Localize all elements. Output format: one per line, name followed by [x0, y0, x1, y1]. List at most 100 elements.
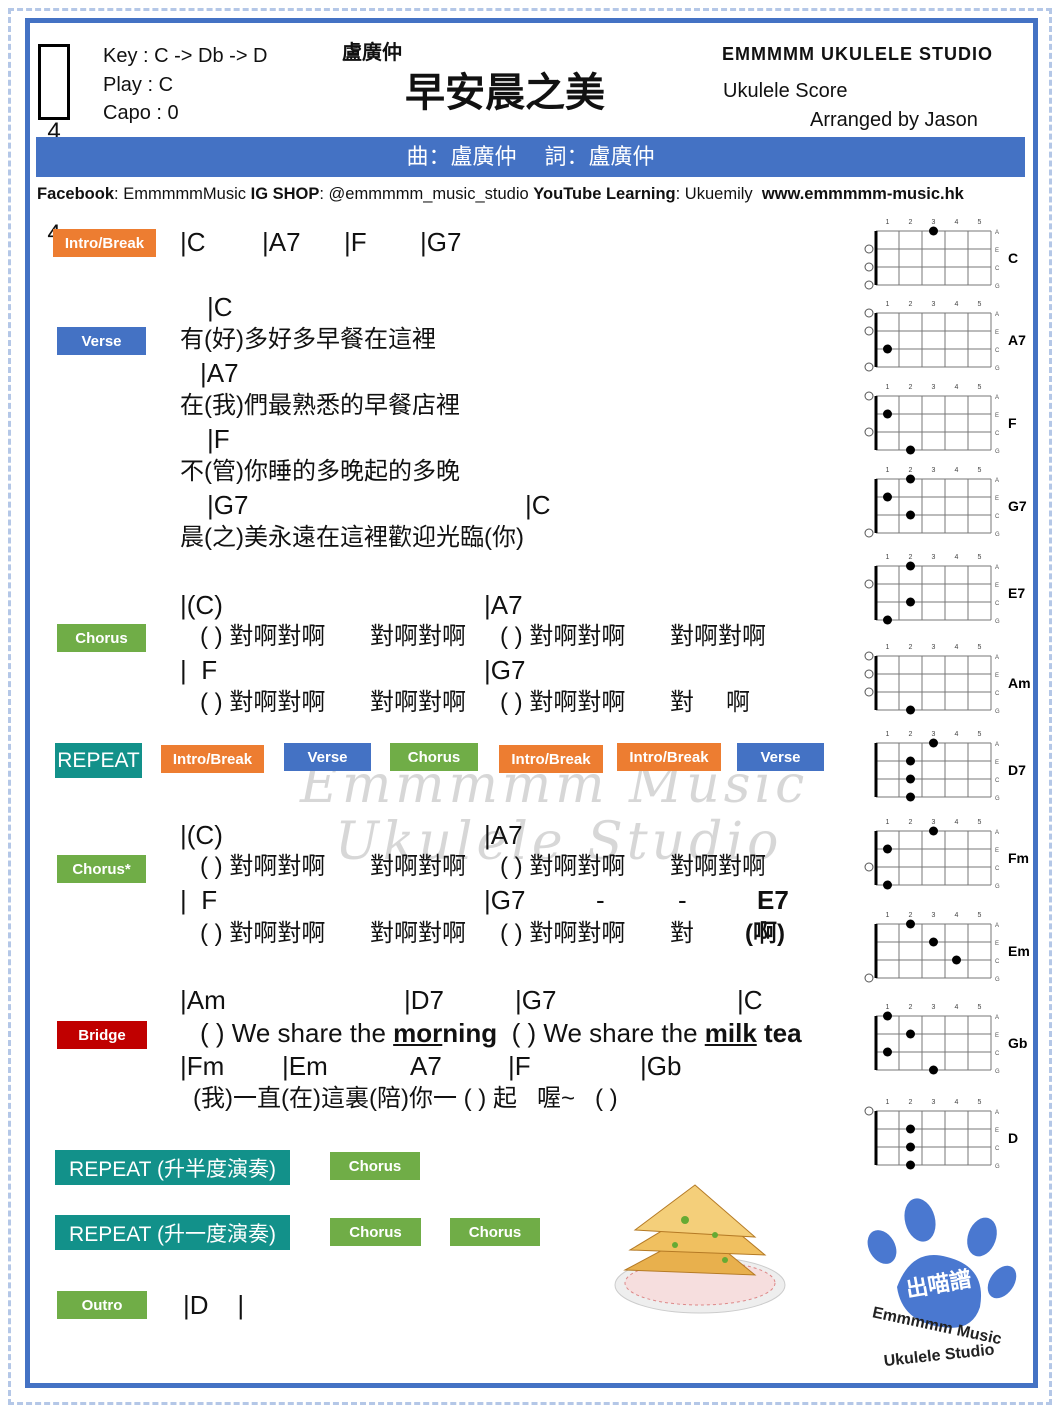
lyric: ning: [442, 1018, 498, 1048]
facebook-handle[interactable]: : EmmmmmMusic: [114, 185, 251, 203]
chord: |(C): [180, 820, 223, 850]
string-name: E: [995, 848, 999, 854]
play-info: Play : C: [103, 74, 174, 96]
youtube-handle[interactable]: : Ukuemily: [676, 185, 762, 203]
fret-number: 2: [909, 467, 913, 474]
fret-number: 5: [978, 644, 982, 651]
open-string-icon: [864, 973, 874, 983]
finger-dot: [929, 826, 938, 836]
fret-number: 4: [955, 1004, 959, 1011]
string-name: E: [995, 1128, 999, 1134]
finger-dot: [906, 792, 915, 802]
string-name: G: [995, 284, 1000, 290]
chord: |F: [508, 1051, 531, 1081]
fret-number: 4: [955, 467, 959, 474]
ig-handle[interactable]: : @emmmmm_music_studio: [319, 185, 533, 203]
string-name: C: [995, 1146, 1000, 1152]
finger-dot: [906, 597, 915, 607]
chord: |C: [525, 490, 551, 520]
fret-number: 5: [978, 912, 982, 919]
fret-number: 3: [932, 467, 936, 474]
chord: E7: [757, 885, 789, 915]
fret-number: 1: [886, 554, 890, 561]
lyric: 對啊對啊: [370, 853, 466, 880]
fret-number: 2: [909, 554, 913, 561]
string-name: C: [995, 691, 1000, 697]
chord-name: E7: [1008, 585, 1025, 601]
chord: |G7: [484, 885, 526, 915]
string-name: G: [995, 1069, 1000, 1075]
fret-number: 5: [978, 301, 982, 308]
fret-number: 3: [932, 731, 936, 738]
finger-dot: [883, 1011, 892, 1021]
string-name: C: [995, 866, 1000, 872]
chord-name: Am: [1008, 675, 1030, 691]
fret-number: 4: [955, 384, 959, 391]
chord: |G7: [515, 985, 557, 1015]
tag-bridge: Bridge: [57, 1021, 147, 1049]
fret-number: 5: [978, 1004, 982, 1011]
lyric: ( ) We share the: [497, 1018, 705, 1048]
chord: |A7: [484, 590, 523, 620]
finger-dot: [906, 1029, 915, 1039]
key-info: Key : C -> Db -> D: [103, 45, 268, 67]
fret-number: 5: [978, 819, 982, 826]
tag-chorus: Chorus: [57, 624, 146, 652]
lyric: ( ) 對啊對啊: [200, 920, 326, 947]
lyric: 啊: [726, 689, 750, 716]
chord: |C: [737, 985, 763, 1015]
open-string-icon: [864, 262, 874, 272]
chord-name: D7: [1008, 762, 1026, 778]
fret-number: 1: [886, 1004, 890, 1011]
chord-diagram-D: 1 2 3 4 5 A E C G D: [864, 1099, 1018, 1170]
fret-number: 5: [978, 554, 982, 561]
finger-dot: [883, 880, 892, 890]
open-string-icon: [864, 1106, 874, 1116]
chord-name: Fm: [1008, 850, 1029, 866]
lyric-line: 有(好)多好多早餐在這裡: [180, 326, 436, 353]
chord-name: D: [1008, 1130, 1018, 1146]
string-name: G: [995, 619, 1000, 625]
chord: |A7: [200, 358, 239, 388]
chord: |C: [207, 292, 233, 322]
chord: |Am: [180, 985, 226, 1015]
fret-number: 4: [955, 644, 959, 651]
fret-number: 5: [978, 731, 982, 738]
chord-diagram-E7: 1 2 3 4 5 A E C G E7: [864, 554, 1025, 625]
fret-number: 1: [886, 644, 890, 651]
fret-number: 2: [909, 1004, 913, 1011]
chord-name: C: [1008, 250, 1018, 266]
lyric: 對: [670, 689, 694, 716]
fret-number: 1: [886, 819, 890, 826]
fret-number: 2: [909, 731, 913, 738]
website-link[interactable]: www.emmmmm-music.hk: [762, 185, 964, 203]
repeat-seq-item: Intro/Break: [161, 745, 264, 773]
chord-diagram-Em: 1 2 3 4 5 A E C G Em: [864, 912, 1030, 983]
string-name: A: [995, 312, 999, 318]
string-name: G: [995, 532, 1000, 538]
fret-number: 4: [955, 301, 959, 308]
paw-logo: 出喵譜 Emmmmm Music Ukulele Studio: [867, 1198, 1017, 1370]
ig-label: IG SHOP: [250, 185, 320, 203]
finger-dot: [929, 738, 938, 748]
fret-number: 2: [909, 819, 913, 826]
open-string-icon: [864, 308, 874, 318]
string-name: E: [995, 760, 999, 766]
repeat-seq-item: Intro/Break: [499, 745, 603, 773]
fret-number: 1: [886, 219, 890, 226]
chord-diagram-A7: 1 2 3 4 5 A E C G A7: [864, 301, 1026, 372]
fret-number: 2: [909, 644, 913, 651]
string-name: C: [995, 266, 1000, 272]
lyric: 對啊對啊: [370, 920, 466, 947]
facebook-label: Facebook: [37, 185, 115, 203]
fret-number: 2: [909, 384, 913, 391]
string-name: A: [995, 830, 999, 836]
chord: |D7: [404, 985, 444, 1015]
fret-number: 2: [909, 219, 913, 226]
chord-diagram-Am: 1 2 3 4 5 A E C G Am: [864, 644, 1030, 715]
lyric: 對啊對啊: [670, 853, 766, 880]
string-name: C: [995, 959, 1000, 965]
fret-number: 1: [886, 301, 890, 308]
open-string-icon: [864, 528, 874, 538]
tag-chorus-star: Chorus*: [57, 855, 146, 883]
